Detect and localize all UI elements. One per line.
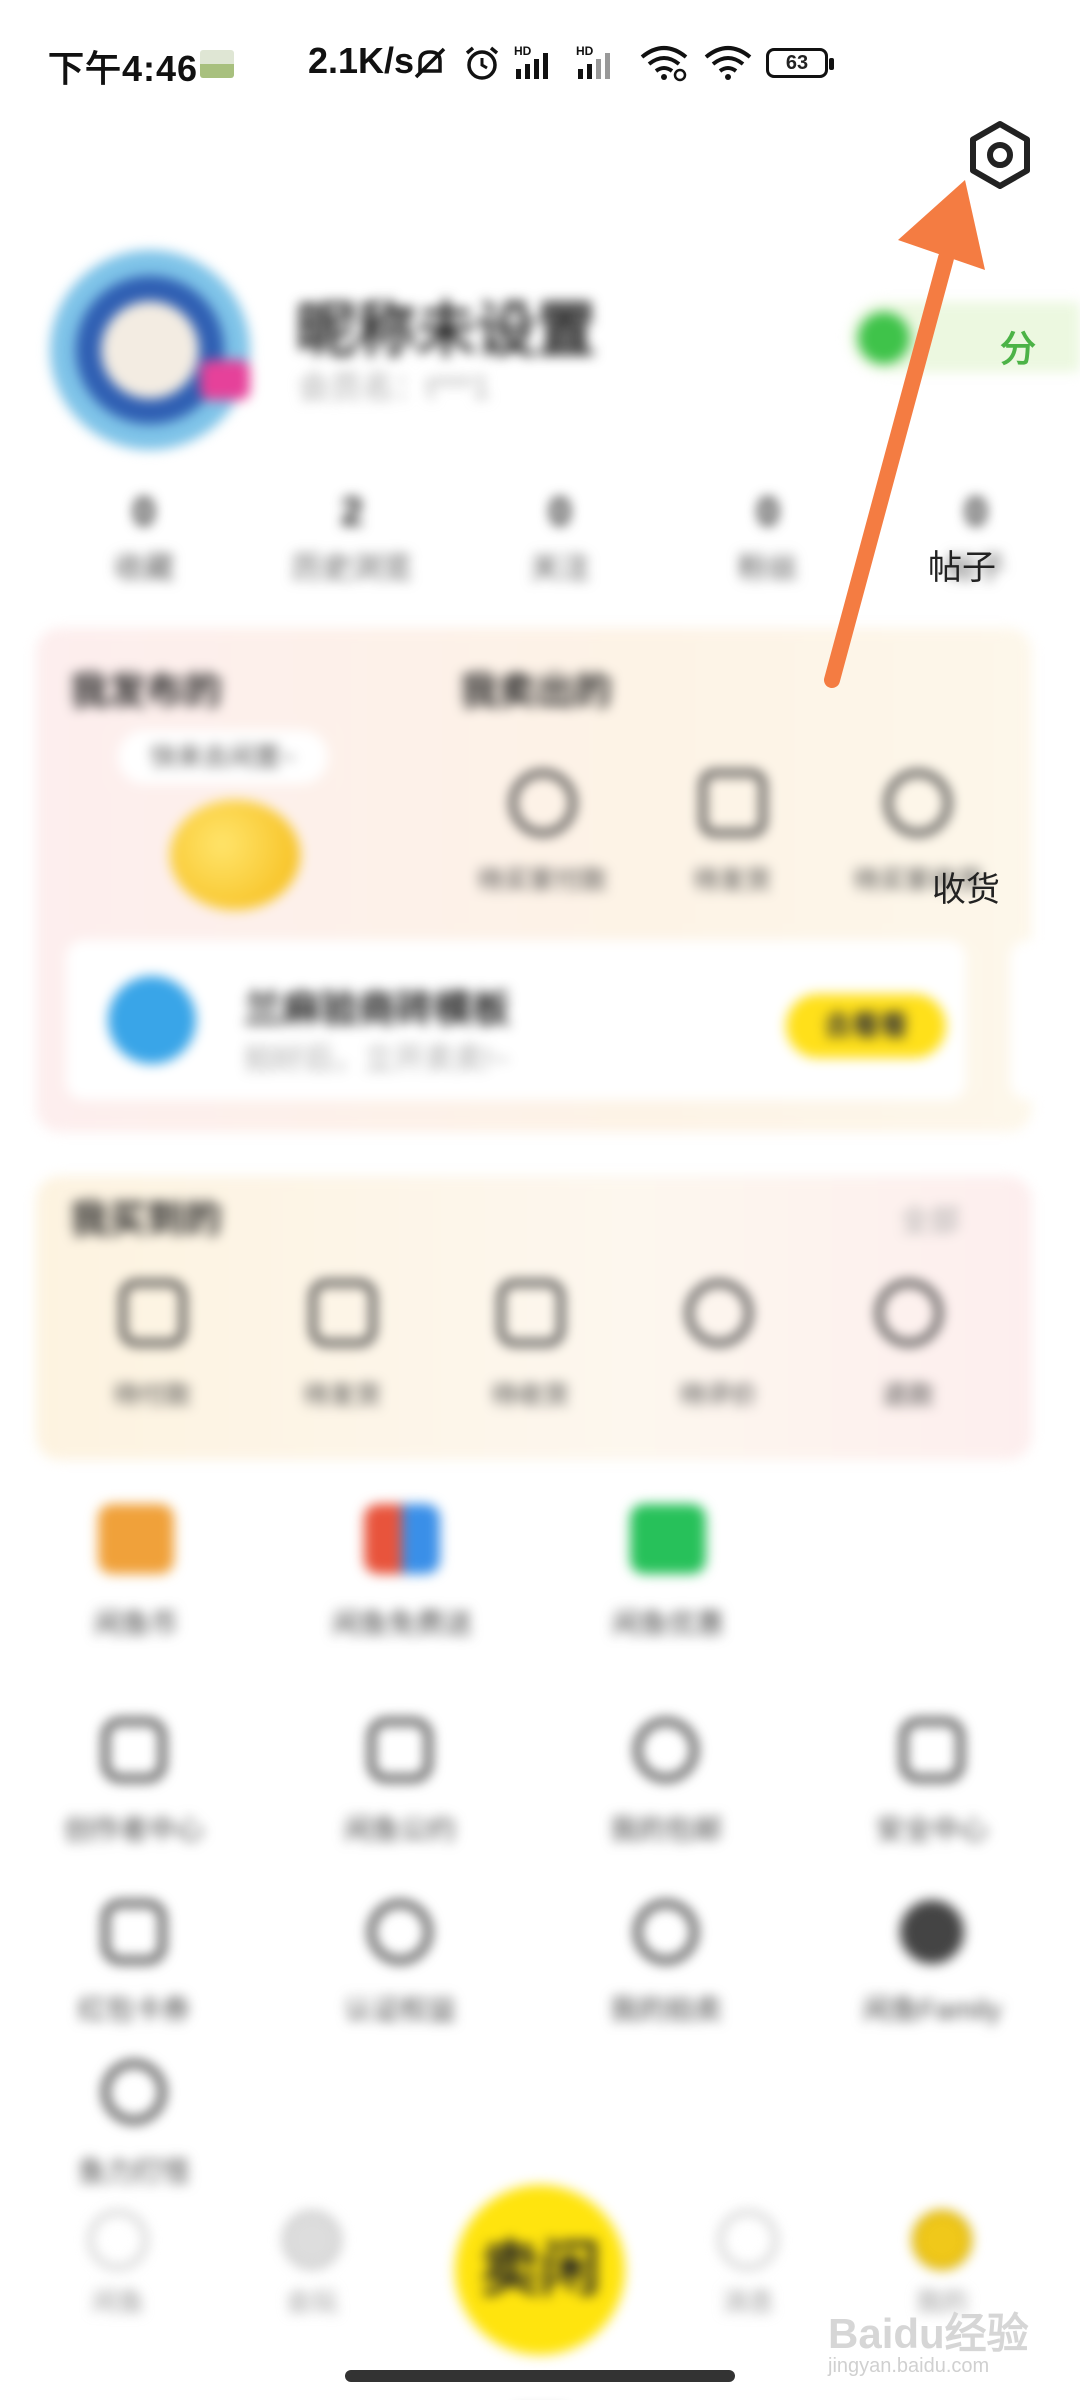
nav-label: 闲鱼: [91, 2287, 144, 2317]
banner-next-peek[interactable]: [1010, 940, 1080, 1100]
banner-title: 兰麻验商砖模板: [244, 989, 511, 1031]
service-label: 安全中心: [875, 1814, 988, 1845]
game-icon[interactable]: [102, 2060, 166, 2124]
service-label: 创作者中心: [63, 1814, 204, 1845]
nav-label: 会玩: [285, 2287, 338, 2317]
discount-feature-icon[interactable]: [630, 1504, 706, 1574]
shield-icon[interactable]: [102, 1718, 166, 1782]
watermark-brand: Baidu经验: [828, 2310, 1029, 2357]
banner-subtitle: 拍好后，立开卖卖!~: [244, 1043, 510, 1076]
settings-gear-icon[interactable]: [965, 120, 1035, 190]
hammer-icon[interactable]: [634, 1900, 698, 1964]
feature-label: 闲鱼免费送: [331, 1608, 472, 1639]
globe-icon[interactable]: [900, 1900, 964, 1964]
bubble-hint: 快来去闲置~: [118, 730, 328, 784]
avatar[interactable]: [50, 250, 250, 450]
comment-icon[interactable]: [686, 1280, 752, 1346]
coupon-icon[interactable]: [102, 1900, 166, 1964]
nav-play-icon[interactable]: [282, 2210, 342, 2270]
user-id: 会员名：t***1: [298, 369, 491, 405]
free-gift-feature-icon[interactable]: [364, 1504, 440, 1574]
badge-icon[interactable]: [368, 1900, 432, 1964]
nav-home-icon[interactable]: [88, 2210, 148, 2270]
buy-action-label: 待付款: [112, 1380, 191, 1410]
buy-action-label: 退款: [881, 1380, 934, 1410]
my-sold-title[interactable]: 我卖出的: [460, 660, 612, 715]
service-label: 我的拍卖: [609, 1994, 722, 2025]
gift-icon[interactable]: [634, 1718, 698, 1782]
service-label: 认证权益: [343, 1994, 456, 2025]
chick-mascot[interactable]: [170, 800, 300, 910]
check-circle-icon[interactable]: [885, 770, 951, 836]
blurred-page-content: 昵称未设置 会员名：t***1 0 收藏 2 历史浏览 0 关注 0 粉丝 0 帖子 我发…: [0, 0, 1080, 2400]
home-indicator[interactable]: [345, 2370, 735, 2382]
service-label: 闲鱼Family: [862, 1994, 1002, 2025]
buy-action-label: 待收货: [490, 1380, 569, 1410]
security-icon[interactable]: [900, 1718, 964, 1782]
buy-action-label: 待评价: [678, 1380, 757, 1410]
nickname[interactable]: 昵称未设置: [296, 282, 596, 369]
stat-following[interactable]: 0 关注: [456, 490, 664, 587]
points-label: 分: [1000, 328, 1037, 369]
buy-all-link[interactable]: 全部: [900, 1196, 960, 1240]
megaphone-icon[interactable]: [700, 770, 766, 836]
posts-fragment: 帖子: [928, 549, 996, 587]
truck-icon[interactable]: [498, 1280, 564, 1346]
coin-feature-icon[interactable]: [98, 1504, 174, 1574]
service-label: 闲鱼公约: [343, 1814, 456, 1845]
sell-action-label: 待发货: [692, 865, 771, 895]
yuan-icon[interactable]: [510, 770, 576, 836]
wallet-icon[interactable]: [120, 1280, 186, 1346]
stats-row: 0 收藏 2 历史浏览 0 关注 0 粉丝 0 帖子: [40, 490, 1080, 587]
banner-go-button[interactable]: 去看看: [786, 994, 946, 1058]
banner-icon: [108, 976, 196, 1064]
my-published-title[interactable]: 我发布的: [70, 660, 222, 715]
stat-favorites[interactable]: 0 收藏: [40, 490, 248, 587]
sell-fab-button[interactable]: 卖闲置: [455, 2185, 625, 2355]
service-label: 红包卡券: [77, 1994, 190, 2025]
watermark-url: jingyan.baidu.com: [828, 2355, 990, 2377]
nav-message-icon[interactable]: [718, 2210, 778, 2270]
refund-icon[interactable]: [876, 1280, 942, 1346]
stat-history[interactable]: 2 历史浏览: [248, 490, 456, 587]
service-label: 我的包邮: [609, 1814, 722, 1845]
stat-followers[interactable]: 0 粉丝: [664, 490, 872, 587]
receive-fragment: 收货: [932, 871, 1000, 909]
nav-mine-icon[interactable]: [912, 2210, 972, 2270]
points-coin-icon: [858, 312, 910, 364]
buy-action-label: 待发货: [302, 1380, 381, 1410]
sell-action-label: 待买家付款: [476, 865, 607, 895]
box-icon[interactable]: [310, 1280, 376, 1346]
my-bought-title[interactable]: 我买到的: [70, 1188, 222, 1243]
book-icon[interactable]: [368, 1718, 432, 1782]
service-label: 鱼力打怪: [77, 2156, 190, 2187]
feature-label: 闲鱼币: [93, 1608, 178, 1639]
feature-label: 闲鱼优惠: [611, 1608, 724, 1639]
nav-label: 消息: [721, 2287, 774, 2317]
